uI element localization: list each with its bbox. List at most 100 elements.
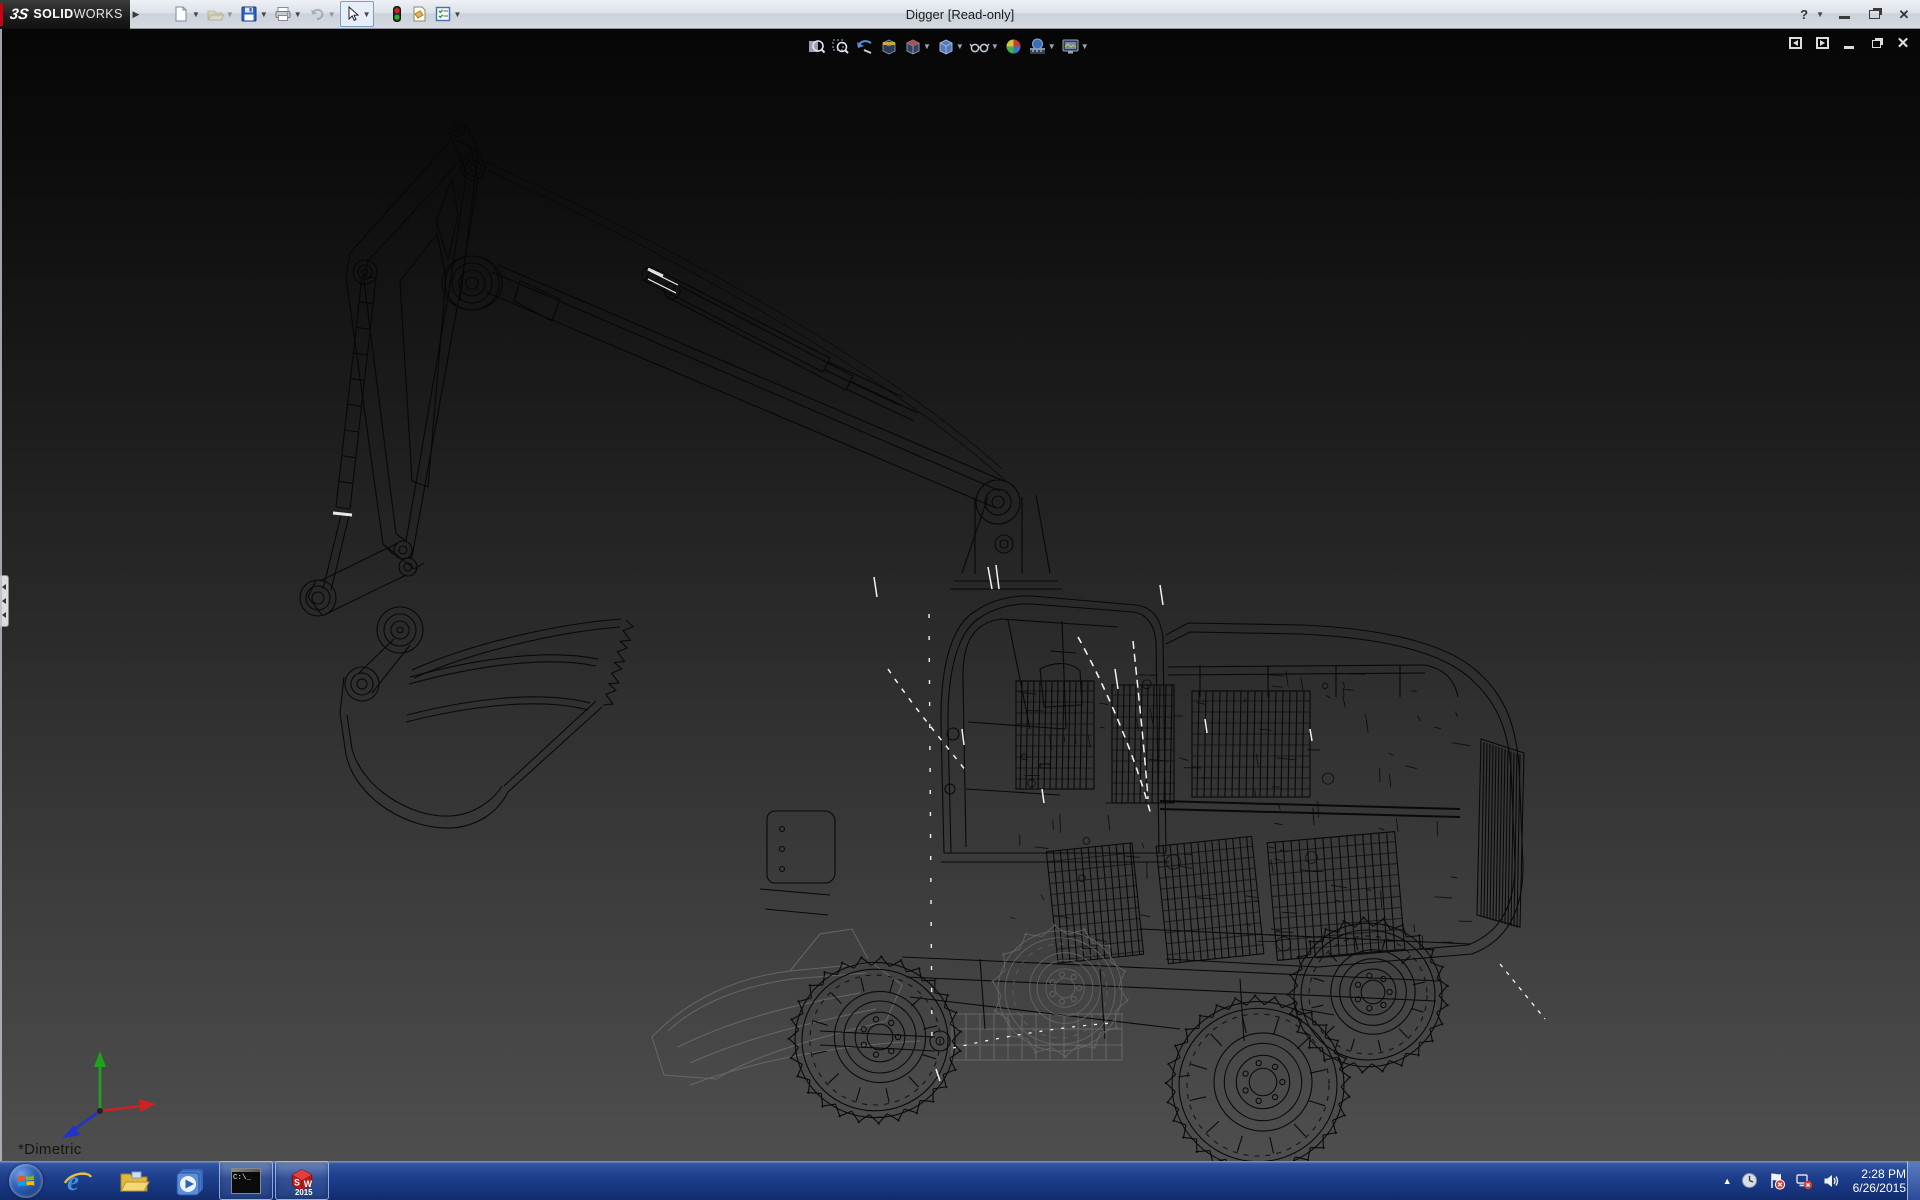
cab[interactable] (760, 596, 1169, 915)
windows-logo-icon (9, 1164, 43, 1198)
zoom-to-fit-button[interactable] (806, 36, 827, 57)
close-button[interactable]: ✕ (1894, 7, 1914, 23)
save-icon (240, 5, 258, 23)
headsup-view-toolbar: ▼ ▼ ▼ ▼ ▼ (806, 36, 1090, 57)
folder-icon (118, 1165, 150, 1197)
app-titlebar: 3S SOLIDWORKS ▶ ▼ ▼ ▼ ▼ ▼ (0, 0, 1920, 29)
display-style-icon (936, 37, 955, 56)
section-view-button[interactable] (878, 36, 899, 57)
standard-toolbar: ▼ ▼ ▼ ▼ ▼ ▼ (170, 1, 463, 27)
dropdown-arrow-icon[interactable]: ▼ (192, 10, 200, 19)
pane-left-button[interactable] (1786, 35, 1804, 51)
system-tray: ▲ 2:28 PM 6/26/2015 (1723, 1161, 1906, 1200)
doc-restore-button[interactable] (1867, 35, 1885, 51)
tray-clock[interactable]: 2:28 PM 6/26/2015 (1849, 1167, 1906, 1195)
new-document-button[interactable]: ▼ (170, 2, 202, 26)
view-orientation-button[interactable]: ▼ (902, 36, 932, 57)
boom-plate[interactable] (346, 122, 502, 569)
dropdown-arrow-icon[interactable]: ▼ (1048, 42, 1056, 51)
dropdown-arrow-icon[interactable]: ▼ (226, 10, 234, 19)
action-center-flag-icon[interactable] (1768, 1172, 1786, 1190)
view-settings-button[interactable]: ▼ (1060, 36, 1090, 57)
save-button[interactable]: ▼ (238, 2, 270, 26)
print-button[interactable]: ▼ (272, 2, 304, 26)
undo-icon (308, 5, 326, 23)
print-icon (274, 5, 292, 23)
doc-minimize-button[interactable] (1840, 35, 1858, 51)
tray-time: 2:28 PM (1853, 1167, 1906, 1181)
digger-wireframe-model[interactable] (0, 29, 1920, 1161)
volume-icon[interactable] (1822, 1172, 1840, 1190)
graphics-viewport[interactable]: ▼ ▼ ▼ ▼ ▼ ✕ (0, 29, 1920, 1161)
panel-splitter[interactable] (0, 29, 2, 1161)
dropdown-arrow-icon[interactable]: ▼ (260, 10, 268, 19)
options-button[interactable]: ▼ (432, 2, 464, 26)
dropdown-arrow-icon[interactable]: ▼ (454, 10, 462, 19)
options-icon (434, 5, 452, 23)
zoom-to-area-button[interactable] (830, 36, 851, 57)
brand-red-accent (0, 3, 3, 26)
boom-mount[interactable] (950, 480, 1062, 589)
hide-show-items-icon (969, 37, 990, 56)
svg-text:2015: 2015 (295, 1188, 313, 1196)
solidworks-2015-icon: S W 2015 (287, 1166, 317, 1196)
document-window-controls: ✕ (1786, 35, 1912, 51)
wheel-front-right[interactable] (1165, 995, 1351, 1161)
pane-right-icon (1820, 40, 1825, 46)
menu-flyout-arrow-icon[interactable]: ▶ (130, 0, 142, 29)
start-button[interactable] (2, 1161, 50, 1200)
taskbar-media-player[interactable] (163, 1161, 217, 1200)
reference-triad (8, 1037, 178, 1157)
hide-show-items-button[interactable]: ▼ (968, 36, 1000, 57)
help-dropdown-arrow-icon[interactable]: ▼ (1816, 10, 1824, 19)
svg-text:e: e (67, 1166, 79, 1196)
taskbar-solidworks[interactable]: S W 2015 (275, 1161, 329, 1200)
dropdown-arrow-icon[interactable]: ▼ (991, 42, 999, 51)
network-error-icon[interactable] (1795, 1172, 1813, 1190)
dropdown-arrow-icon[interactable]: ▼ (1081, 42, 1089, 51)
zoom-to-area-icon (831, 37, 850, 56)
bucket-teeth[interactable] (603, 620, 633, 705)
bucket[interactable] (300, 541, 633, 828)
dropdown-arrow-icon[interactable]: ▼ (294, 10, 302, 19)
rebuild-button[interactable] (388, 2, 406, 26)
digger-main-geometry[interactable] (300, 122, 1524, 1161)
show-desktop-button[interactable] (1907, 1161, 1920, 1200)
rebuild-traffic-light-icon (390, 5, 404, 23)
open-button[interactable]: ▼ (204, 2, 236, 26)
dropdown-arrow-icon[interactable]: ▼ (363, 10, 371, 19)
edit-appearance-button[interactable] (1003, 36, 1024, 57)
dropdown-arrow-icon[interactable]: ▼ (956, 42, 964, 51)
side-vents[interactable] (1016, 681, 1405, 964)
pane-right-button[interactable] (1813, 35, 1831, 51)
dropdown-arrow-icon[interactable]: ▼ (923, 42, 931, 51)
boom-stick[interactable] (479, 159, 1006, 508)
tray-date: 6/26/2015 (1853, 1181, 1906, 1195)
doc-close-button[interactable]: ✕ (1894, 35, 1912, 51)
apply-scene-button[interactable]: ▼ (1027, 36, 1057, 57)
taskbar-windows-explorer[interactable] (107, 1161, 161, 1200)
dropdown-arrow-icon[interactable]: ▼ (328, 10, 336, 19)
undo-button[interactable]: ▼ (306, 2, 338, 26)
taskbar-command-prompt[interactable]: C:\_ (219, 1161, 273, 1200)
new-document-icon (172, 5, 190, 23)
minimize-button[interactable] (1834, 7, 1854, 22)
svg-text:S: S (294, 1177, 300, 1187)
file-properties-icon (410, 5, 428, 23)
taskbar-internet-explorer[interactable]: e (51, 1161, 105, 1200)
tray-clock-icon[interactable] (1741, 1172, 1759, 1190)
display-style-button[interactable]: ▼ (935, 36, 965, 57)
hidden-icons-button[interactable]: ▲ (1723, 1176, 1732, 1186)
solidworks-logo[interactable]: 3S SOLIDWORKS (0, 0, 130, 29)
previous-view-button[interactable] (854, 36, 875, 57)
view-settings-icon (1061, 37, 1080, 56)
select-tool-button[interactable]: ▼ (340, 1, 374, 27)
restore-button[interactable] (1864, 7, 1884, 22)
brand-wordmark: SOLIDWORKS (33, 7, 122, 21)
far-side-hidden-geometry[interactable] (652, 929, 1122, 1085)
help-button[interactable]: ? (1794, 7, 1814, 22)
section-view-icon (879, 37, 898, 56)
file-properties-button[interactable] (408, 2, 430, 26)
apply-scene-icon (1028, 37, 1047, 56)
minimize-icon (1844, 46, 1854, 49)
